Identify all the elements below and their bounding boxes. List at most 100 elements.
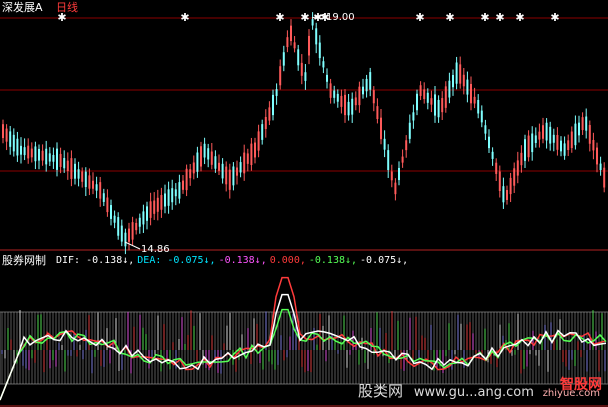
candle-body xyxy=(34,146,37,162)
candle-body xyxy=(574,123,577,146)
candle-body xyxy=(189,169,192,179)
candle-body xyxy=(434,94,436,116)
candle-body xyxy=(300,62,303,76)
candle-body xyxy=(383,138,386,150)
candle-body xyxy=(290,25,292,42)
candle-body xyxy=(495,162,498,174)
candle-body xyxy=(520,152,523,166)
candle-body xyxy=(506,190,508,200)
candle-body xyxy=(124,232,127,247)
candle-body xyxy=(516,160,519,176)
candle-body xyxy=(308,35,310,56)
period-label[interactable]: 日线 xyxy=(56,2,78,14)
candle-body xyxy=(459,64,462,84)
candle-body xyxy=(45,148,48,165)
candle-body xyxy=(347,101,350,116)
candle-body xyxy=(225,166,228,185)
candle-body xyxy=(9,131,12,147)
kline-canvas[interactable]: 19.0014.86✱ ✱ ✱ ✱ ✱✱ ✱ ✱ ✱ ✱ ✱ ✱ xyxy=(0,0,608,407)
candle-body xyxy=(41,150,44,161)
candle-body xyxy=(84,171,87,188)
candle-body xyxy=(66,160,69,172)
candle-body xyxy=(444,86,447,108)
candle-body xyxy=(473,96,476,104)
candle-body xyxy=(408,122,411,139)
candle-body xyxy=(178,182,181,199)
candle-body xyxy=(261,124,264,140)
candle-body xyxy=(419,85,422,96)
candle-body xyxy=(63,158,66,169)
candle-body xyxy=(30,148,33,158)
candle-body xyxy=(106,197,109,213)
candle-body xyxy=(563,143,566,156)
candle-body xyxy=(362,86,364,95)
indicator-legend: DIF: -0.138↓, DEA: -0.075↓, -0.138↓, 0.000,… xyxy=(56,255,411,267)
candle-body xyxy=(74,163,76,179)
candle-body xyxy=(113,215,116,223)
candle-body xyxy=(369,72,372,90)
candle-body xyxy=(552,134,555,143)
candle-body xyxy=(426,92,429,103)
candle-body xyxy=(207,148,210,160)
signal-star-icon: ✱ xyxy=(550,11,559,24)
candle-body xyxy=(344,94,346,116)
candle-body xyxy=(531,133,534,153)
candle-body xyxy=(210,151,213,165)
candle-body xyxy=(167,189,170,206)
chart-window[interactable]: 19.00 14.86 ✱ ✱ ✱ ✱ ✱ ✱ ✱ ✱ ✱ ✱ ✱ ✱ 深发展A 日线 股券网制 DIF:… xyxy=(0,0,608,407)
candle-body xyxy=(297,49,300,66)
watermark-site1: 股类网 xyxy=(358,382,404,400)
candle-body xyxy=(315,28,318,45)
candle-body xyxy=(437,99,440,118)
candle-body xyxy=(387,150,390,171)
candle-body xyxy=(20,145,22,155)
candle-body xyxy=(59,153,62,167)
candle-body xyxy=(322,61,325,68)
candle-body xyxy=(99,182,102,199)
candle-body xyxy=(185,168,188,191)
legend-item: -0.075↓, xyxy=(360,255,409,266)
candle-body xyxy=(48,153,51,162)
candle-body xyxy=(570,131,573,149)
indicator-name[interactable]: 股券网制 xyxy=(2,255,46,267)
candle-body xyxy=(578,122,580,136)
candle-body xyxy=(398,167,400,181)
candle-body xyxy=(257,131,260,151)
candle-body xyxy=(585,116,588,131)
candle-body xyxy=(488,136,490,149)
candle-body xyxy=(2,124,4,139)
candle-body xyxy=(484,125,487,134)
candle-body xyxy=(376,106,379,119)
candle-body xyxy=(239,162,242,173)
candle-body xyxy=(146,206,148,221)
candle-body xyxy=(556,134,559,150)
candle-body xyxy=(272,94,274,116)
candle-body xyxy=(218,162,220,171)
candle-body xyxy=(390,171,393,181)
candle-body xyxy=(509,177,512,195)
candle-body xyxy=(412,112,415,121)
signal-star-icon: ✱ xyxy=(445,11,454,24)
candle-body xyxy=(603,167,606,188)
candle-body xyxy=(318,42,321,59)
candle-body xyxy=(430,98,433,105)
candle-body xyxy=(254,142,256,158)
candle-body xyxy=(340,95,343,107)
candle-body xyxy=(117,217,120,236)
candle-body xyxy=(102,193,105,202)
candle-body xyxy=(221,163,224,179)
candle-body xyxy=(203,143,206,158)
legend-item: DIF: -0.138↓, xyxy=(56,255,135,266)
candle-body xyxy=(286,37,289,48)
candle-body xyxy=(329,83,332,98)
candle-body xyxy=(81,171,84,182)
candle-body xyxy=(401,156,404,163)
candle-body xyxy=(56,148,58,170)
candle-body xyxy=(480,110,483,123)
signal-star-icon: ✱ xyxy=(275,11,284,24)
candle-body xyxy=(160,195,163,210)
candle-body xyxy=(38,148,40,161)
candle-body xyxy=(372,90,375,104)
candle-body xyxy=(588,125,591,144)
candle-body xyxy=(455,62,458,84)
